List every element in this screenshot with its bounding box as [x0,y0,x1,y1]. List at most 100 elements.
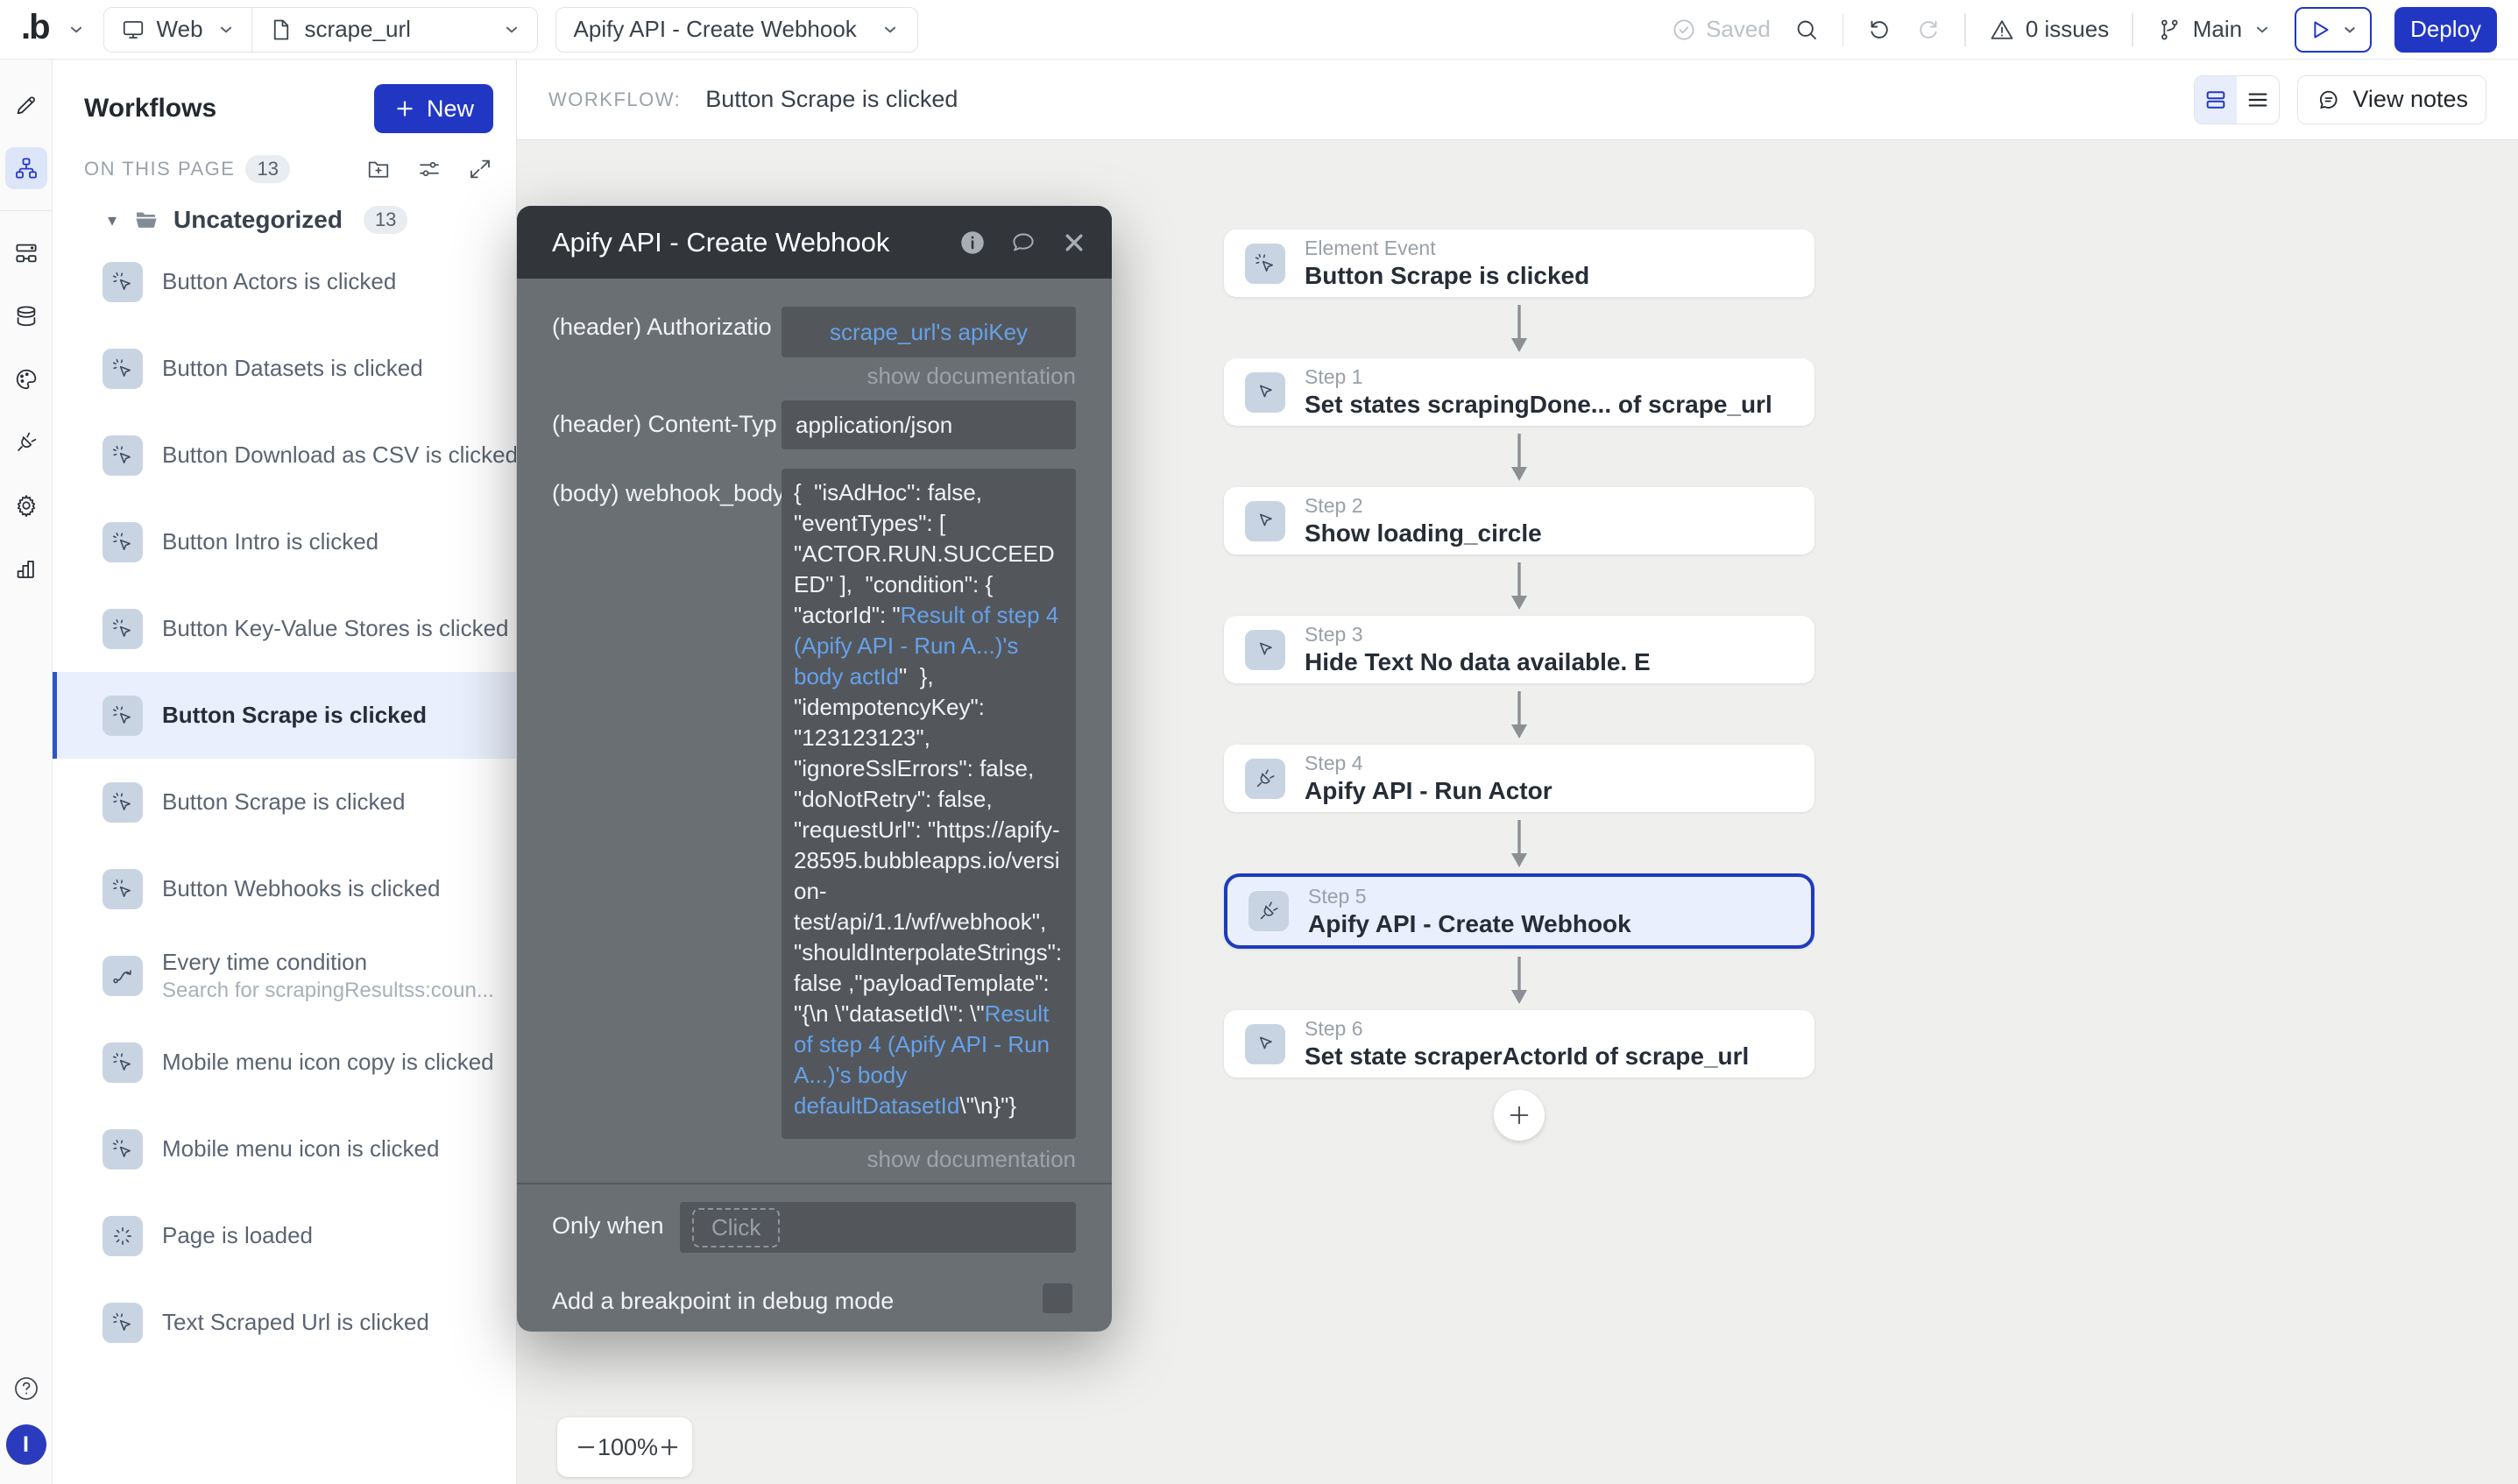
sidebar-item-logs[interactable] [5,548,47,590]
show-documentation-link[interactable]: show documentation [867,1146,1076,1173]
step-label: Step 3 [1305,623,1651,647]
show-documentation-link[interactable]: show documentation [867,363,1076,390]
undo-icon[interactable] [1866,17,1892,43]
content-type-input[interactable]: application/json [782,400,1076,449]
workflow-list-item[interactable]: Button Scrape is clicked [53,672,516,759]
workflow-folder-uncategorized[interactable]: ▾ Uncategorized 13 [102,203,493,237]
sidebar-item-settings[interactable] [5,484,47,526]
workflow-list-item[interactable]: Mobile menu icon is clicked [53,1106,516,1192]
static-text: " }, "idempotencyKey": "123123123", "ign… [794,663,1068,1027]
breakpoint-checkbox[interactable] [1043,1283,1072,1313]
components-icon [13,240,39,266]
workflow-list-item[interactable]: Button Webhooks is clicked [53,845,516,932]
modal-header[interactable]: Apify API - Create Webhook [517,206,1112,279]
sidebar-item-data[interactable] [5,295,47,337]
monitor-icon [120,17,146,43]
expand-panel-icon[interactable] [467,156,493,182]
page-select-value: scrape_url [305,16,411,43]
modal-divider [517,1183,1112,1184]
workflow-step-card[interactable]: Step 4 Apify API - Run Actor [1224,745,1814,812]
workflow-step-card[interactable]: Step 1 Set states scrapingDone... of scr… [1224,358,1814,426]
gear-icon [13,492,39,519]
workflow-step-card[interactable]: Step 6 Set state scraperActorId of scrap… [1224,1010,1814,1078]
sidebar-item-styles[interactable] [5,358,47,400]
cursor-click-icon [110,357,135,381]
workflow-item-title: Button Intro is clicked [162,528,378,555]
authorization-input[interactable]: scrape_url's apiKey [782,307,1076,357]
bubble-logo[interactable]: .b [21,10,49,50]
only-when-label: Only when [552,1212,664,1240]
workflow-list-item[interactable]: Button Datasets is clicked [53,325,516,412]
folder-open-icon [133,207,159,233]
workflow-step-card[interactable]: Element Event Button Scrape is clicked [1224,230,1814,297]
click-placeholder[interactable]: Click [692,1208,780,1247]
step-label: Step 2 [1305,494,1542,518]
issues-indicator[interactable]: 0 issues [1989,16,2109,43]
pencil-icon [13,92,39,118]
page-file-icon [268,17,294,43]
filter-sliders-icon[interactable] [416,156,442,182]
workflow-list-item[interactable]: Every time condition Search for scraping… [53,932,516,1019]
workflow-list-item[interactable]: Button Key-Value Stores is clicked [53,585,516,672]
branch-selector[interactable]: Main [2156,16,2272,43]
workflow-item-title: Mobile menu icon copy is clicked [162,1049,494,1076]
sidebar-item-design[interactable] [5,84,47,126]
workflow-list-item[interactable]: Button Actors is clicked [53,238,516,325]
chevron-down-icon [2340,20,2359,39]
add-step-button[interactable] [1494,1090,1545,1141]
workflow-list-item[interactable]: Button Download as CSV is clicked [53,412,516,498]
cursor-click-icon [110,530,135,555]
action-editor-modal: Apify API - Create Webhook (header) Auth… [517,206,1112,1332]
step-label: Step 6 [1305,1017,1749,1041]
step-label: Element Event [1305,237,1589,260]
preview-run-button[interactable] [2295,7,2372,53]
new-folder-icon[interactable] [365,156,392,182]
issues-label: 0 issues [2026,16,2109,43]
workflow-step-card[interactable]: Step 2 Show loading_circle [1224,487,1814,555]
workflows-panel: Workflows New ON THIS PAGE 13 ▾ [53,60,517,1484]
only-when-input[interactable]: Click [680,1202,1076,1253]
workflow-step-card[interactable]: Step 3 Hide Text No data available. E [1224,616,1814,683]
view-notes-button[interactable]: View notes [2297,75,2486,124]
zoom-out-button[interactable] [575,1436,598,1459]
platform-select[interactable]: Web [104,8,251,52]
field-label-content-type: (header) Content-Typ [552,411,777,438]
workflow-list-item[interactable]: Page is loaded [53,1192,516,1279]
search-icon[interactable] [1793,17,1820,43]
page-select[interactable]: scrape_url [251,8,537,52]
workflow-item-subtitle: Search for scrapingResultss:coun... [162,979,494,1003]
workflow-list-item[interactable]: Text Scraped Url is clicked [53,1279,516,1366]
intercom-chat-button[interactable]: I [6,1424,46,1465]
deploy-button[interactable]: Deploy [2394,7,2497,53]
toolbar-divider [1843,13,1844,46]
sidebar-item-plugins[interactable] [5,421,47,463]
minus-icon [575,1436,598,1459]
field-label-webhook-body: (body) webhook_body [552,480,785,507]
context-select-group: Web scrape_url [103,7,538,53]
workflow-list-item[interactable]: Button Intro is clicked [53,498,516,585]
toolbar-divider [2132,13,2133,46]
workflow-list-item[interactable]: Mobile menu icon copy is clicked [53,1019,516,1106]
redo-icon[interactable] [1915,17,1942,43]
new-workflow-button[interactable]: New [374,84,493,133]
workflow-step-card[interactable]: Step 5 Apify API - Create Webhook [1224,873,1814,949]
sidebar-item-workflows[interactable] [5,147,47,189]
sidebar-item-components[interactable] [5,232,47,274]
close-icon[interactable] [1059,228,1089,258]
cursor-click-icon [110,443,135,468]
cursor-click-icon [110,270,135,294]
help-icon[interactable] [11,1374,41,1403]
workflow-item-title: Button Webhooks is clicked [162,875,440,902]
workflow-select[interactable]: Apify API - Create Webhook [555,7,918,53]
comment-bubble-icon[interactable] [1008,228,1038,258]
play-icon [2307,17,2333,43]
workflow-list-item[interactable]: Button Scrape is clicked [53,759,516,845]
static-text: \"\n}"} [959,1092,1016,1119]
logo-chevron-down-icon[interactable] [67,20,86,39]
folder-count-badge: 13 [364,206,407,234]
zoom-in-button[interactable] [658,1436,681,1459]
info-icon[interactable] [958,228,987,258]
card-view-button[interactable] [2195,76,2237,124]
webhook-body-input[interactable]: { "isAdHoc": false, "eventTypes": [ "ACT… [782,469,1076,1139]
list-view-button[interactable] [2237,76,2279,124]
